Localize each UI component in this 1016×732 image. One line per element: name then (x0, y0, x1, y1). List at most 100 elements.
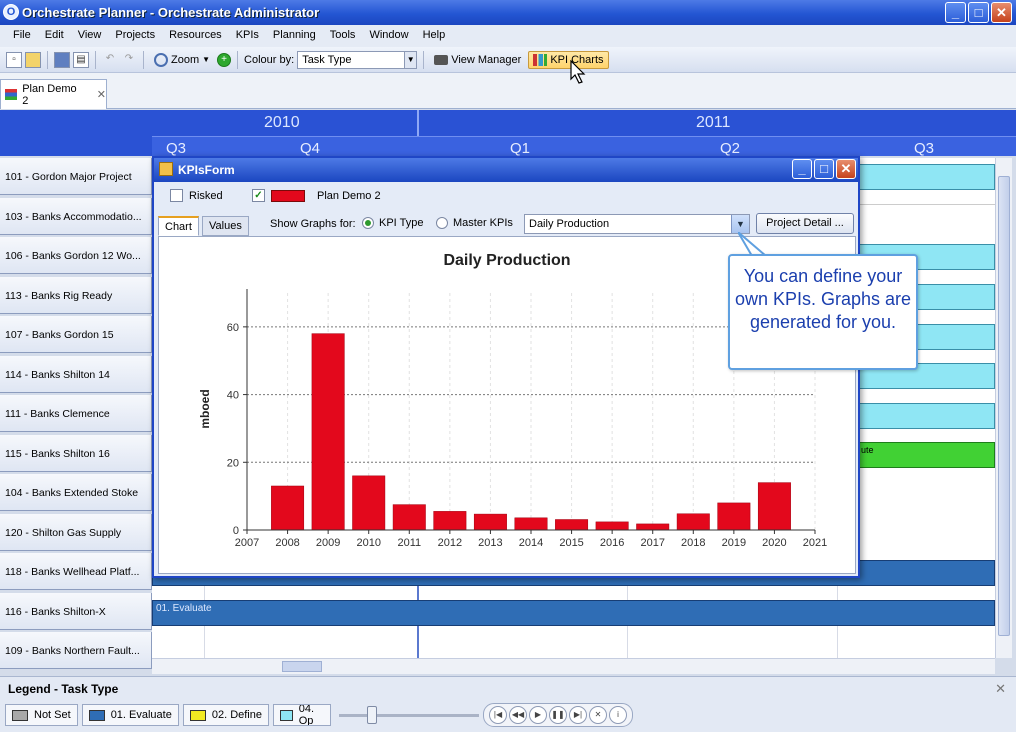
legend-item[interactable]: 04. Op (273, 704, 331, 726)
x-tick-label: 2013 (478, 537, 502, 549)
chart-bar (595, 521, 629, 531)
row-label[interactable]: 106 - Banks Gordon 12 Wo... (0, 237, 152, 274)
tab-chart[interactable]: Chart (158, 216, 199, 236)
plan-checkbox[interactable]: ✓ Plan Demo 2 (252, 189, 381, 202)
tab-values[interactable]: Values (202, 216, 249, 236)
row-label[interactable]: 111 - Banks Clemence (0, 395, 152, 432)
radio-button[interactable] (362, 217, 374, 229)
kpi-select-value: Daily Production (529, 218, 610, 230)
menu-file[interactable]: File (6, 25, 38, 47)
radio-master-kpis[interactable]: Master KPIs (436, 217, 513, 229)
document-tab-strip: Plan Demo 2 ✕ (0, 73, 1016, 109)
menu-kpis[interactable]: KPIs (229, 25, 266, 47)
app-icon: O (3, 4, 19, 20)
row-label[interactable]: 109 - Banks Northern Fault... (0, 632, 152, 669)
slider-knob[interactable] (367, 706, 377, 724)
chart-bar (352, 475, 386, 531)
chart-bar (555, 519, 589, 531)
timeline-slider[interactable] (339, 704, 479, 726)
row-label[interactable]: 113 - Banks Rig Ready (0, 276, 152, 314)
skip-start-icon[interactable]: |◀ (489, 706, 507, 724)
legend-item[interactable]: 02. Define (182, 704, 269, 726)
print-icon[interactable]: ▤ (73, 51, 89, 68)
open-folder-icon[interactable] (25, 51, 41, 68)
row-label[interactable]: 103 - Banks Accommodatio... (0, 197, 152, 235)
row-label[interactable]: 101 - Gordon Major Project (0, 158, 152, 195)
zoom-button[interactable]: Zoom ▼ (150, 51, 214, 69)
menu-resources[interactable]: Resources (162, 25, 229, 47)
menu-projects[interactable]: Projects (108, 25, 162, 47)
chart-bar (311, 333, 345, 531)
pause-icon[interactable]: ❚❚ (549, 706, 567, 724)
chart-bar (514, 517, 548, 531)
view-manager-button[interactable]: View Manager (430, 52, 525, 68)
gantt-bar-label[interactable]: 01. Evaluate (152, 600, 995, 626)
info-icon[interactable]: i (609, 706, 627, 724)
redo-icon[interactable]: ↷ (121, 52, 137, 68)
row-label[interactable]: 120 - Shilton Gas Supply (0, 513, 152, 551)
undo-icon[interactable]: ↶ (102, 52, 118, 68)
camera-icon (434, 54, 449, 65)
scroll-thumb[interactable] (282, 661, 322, 672)
refresh-icon[interactable]: + (217, 52, 232, 67)
row-label[interactable]: 104 - Banks Extended Stoke (0, 474, 152, 511)
play-icon[interactable]: ▶ (529, 706, 547, 724)
close-tab-icon[interactable]: ✕ (97, 88, 106, 101)
dialog-close-button[interactable]: ✕ (836, 159, 856, 179)
row-label[interactable]: 107 - Banks Gordon 15 (0, 316, 152, 353)
menu-tools[interactable]: Tools (323, 25, 363, 47)
row-label[interactable]: 118 - Banks Wellhead Platf... (0, 553, 152, 590)
close-button[interactable]: ✕ (991, 2, 1012, 23)
radio-kpi-type[interactable]: KPI Type (362, 217, 423, 229)
year-label: 2010 (264, 114, 300, 131)
maximize-button[interactable]: □ (968, 2, 989, 23)
playback-controls: |◀ ◀◀ ▶ ❚❚ ▶| ✕ i (483, 703, 633, 727)
checkbox-box[interactable]: ✓ (252, 189, 265, 202)
menu-help[interactable]: Help (416, 25, 453, 47)
dialog-maximize-button[interactable]: □ (814, 159, 834, 179)
save-icon[interactable] (54, 51, 70, 68)
scroll-thumb[interactable] (998, 176, 1010, 636)
menu-edit[interactable]: Edit (38, 25, 71, 47)
row-label[interactable]: 115 - Banks Shilton 16 (0, 434, 152, 472)
chevron-down-icon[interactable]: ▼ (731, 215, 749, 233)
legend-label: 04. Op (298, 704, 315, 726)
color-swatch (88, 709, 105, 721)
vertical-scrollbar[interactable] (995, 158, 1012, 658)
new-file-icon[interactable]: ▫ (6, 51, 22, 68)
menu-planning[interactable]: Planning (266, 25, 323, 47)
risked-checkbox[interactable]: Risked (170, 189, 223, 202)
stop-icon[interactable]: ✕ (589, 706, 607, 724)
x-tick-label: 2015 (559, 537, 583, 549)
x-tick-label: 2014 (519, 537, 543, 549)
checkbox-box[interactable] (170, 189, 183, 202)
horizontal-scrollbar[interactable] (152, 658, 995, 674)
row-label[interactable]: 116 - Banks Shilton-X (0, 592, 152, 630)
close-icon[interactable]: ✕ (995, 681, 1006, 697)
tab-plan-demo-2[interactable]: Plan Demo 2 ✕ (0, 79, 107, 109)
gantt-bar[interactable] (858, 164, 995, 190)
quarter-label: Q4 (300, 140, 321, 157)
kpi-select[interactable]: Daily Production ▼ (524, 214, 750, 234)
window-title: Orchestrate Planner - Orchestrate Admini… (22, 5, 320, 20)
project-detail-button[interactable]: Project Detail ... (756, 213, 854, 234)
menu-view[interactable]: View (71, 25, 109, 47)
dialog-title: KPIsForm (178, 163, 235, 177)
legend-item[interactable]: 01. Evaluate (81, 704, 179, 726)
menu-window[interactable]: Window (362, 25, 415, 47)
legend-item[interactable]: Not Set (5, 704, 78, 726)
gantt-bar[interactable] (858, 403, 995, 429)
chart-bar (636, 523, 670, 531)
rewind-icon[interactable]: ◀◀ (509, 706, 527, 724)
dialog-title-bar[interactable]: KPIsForm _ □ ✕ (154, 158, 858, 182)
show-graphs-label: Show Graphs for: (270, 218, 356, 230)
row-label[interactable]: 114 - Banks Shilton 14 (0, 355, 152, 393)
colour-by-select[interactable]: Task Type ▼ (297, 50, 418, 69)
kpi-charts-button[interactable]: KPI Charts (528, 50, 609, 69)
color-swatch (189, 709, 206, 721)
gantt-bar-label[interactable]: ute (858, 442, 995, 468)
dialog-minimize-button[interactable]: _ (792, 159, 812, 179)
radio-button[interactable] (436, 217, 448, 229)
minimize-button[interactable]: _ (945, 2, 966, 23)
skip-end-icon[interactable]: ▶| (569, 706, 587, 724)
